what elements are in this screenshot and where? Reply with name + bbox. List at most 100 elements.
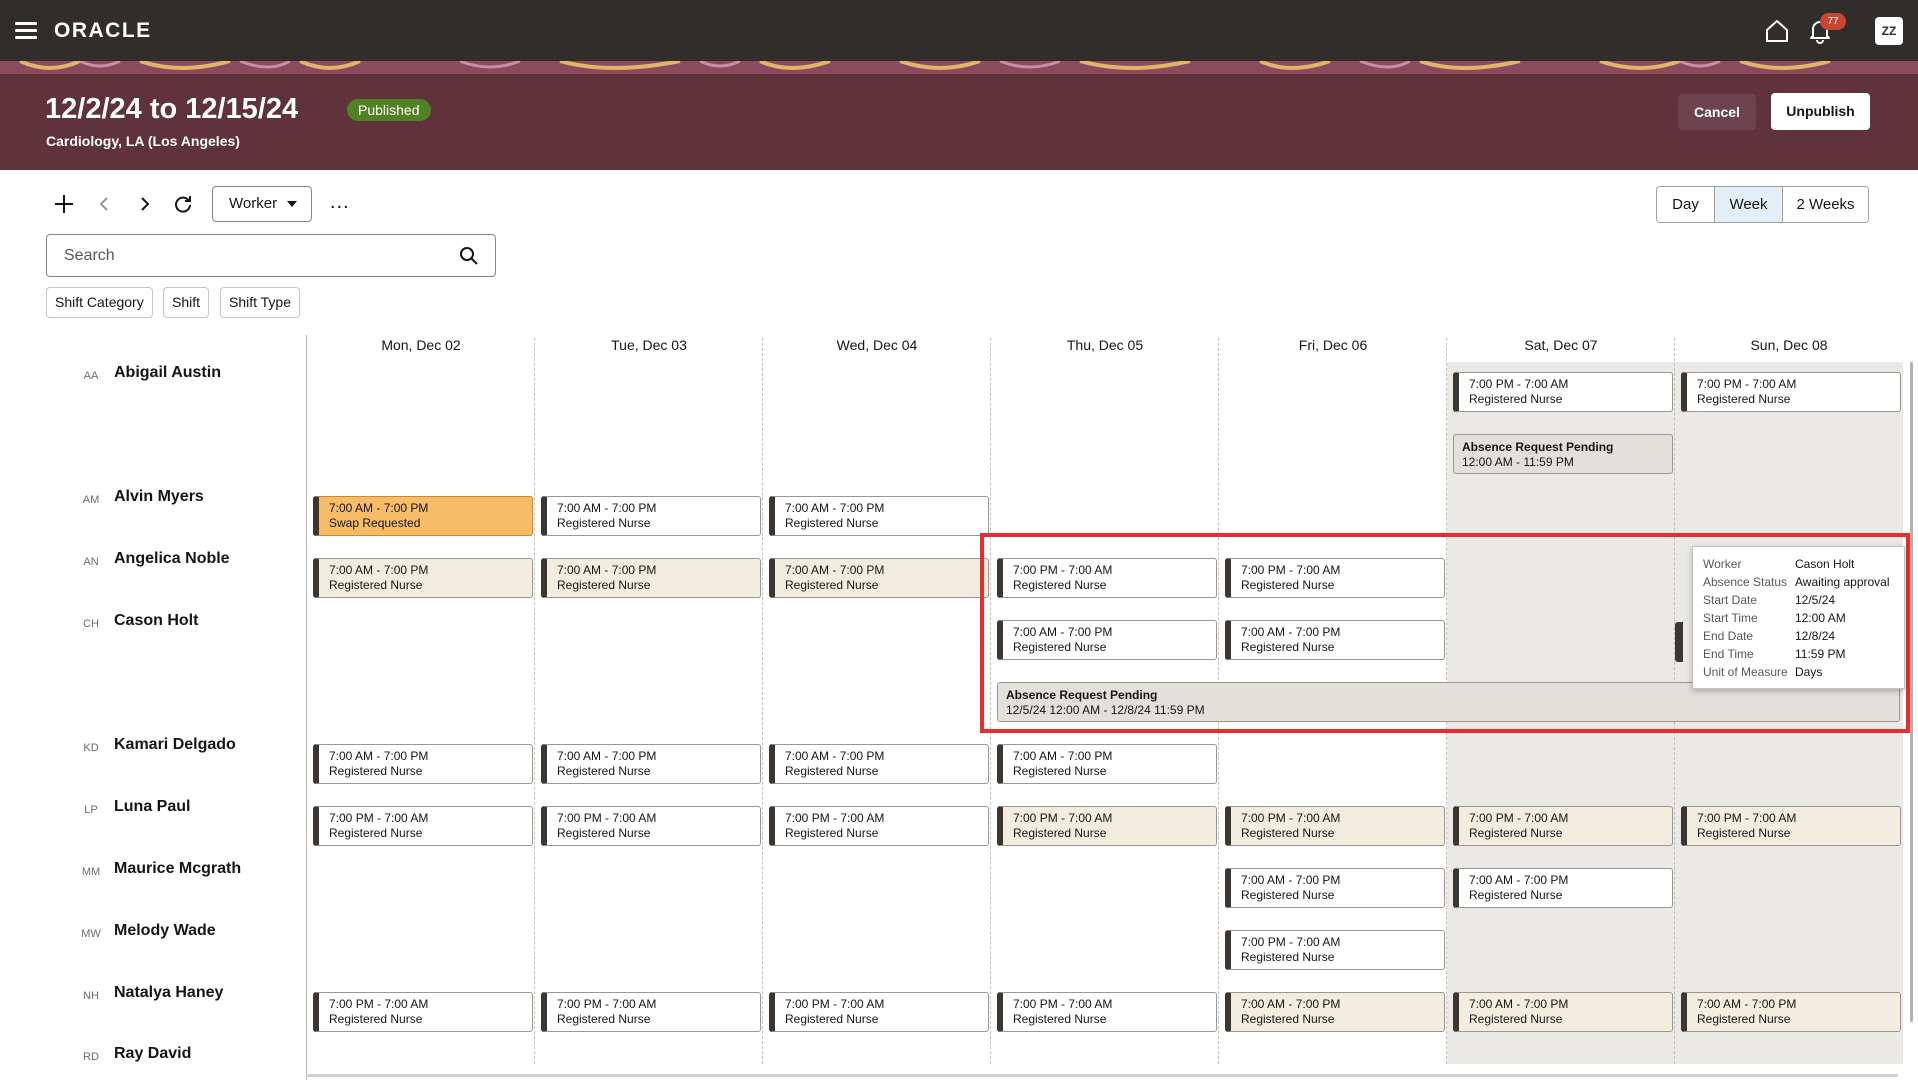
- shift-card[interactable]: 7:00 PM - 7:00 AM Registered Nurse: [313, 806, 533, 846]
- shift-card[interactable]: 7:00 PM - 7:00 AM Registered Nurse: [1453, 372, 1673, 412]
- shift-card[interactable]: 7:00 AM - 7:00 PM Registered Nurse: [1681, 992, 1901, 1032]
- range-week-button[interactable]: Week: [1715, 187, 1783, 222]
- worker-row[interactable]: AN Angelica Noble: [0, 548, 300, 572]
- tooltip-value: Cason Holt: [1795, 557, 1855, 571]
- cancel-button[interactable]: Cancel: [1678, 94, 1756, 130]
- shift-time: 7:00 PM - 7:00 AM: [785, 811, 885, 825]
- shift-role: Registered Nurse: [329, 578, 423, 592]
- shift-time: 7:00 AM - 7:00 PM: [1469, 873, 1569, 887]
- shift-card[interactable]: 7:00 AM - 7:00 PM Registered Nurse: [769, 558, 989, 598]
- shift-card[interactable]: 7:00 AM - 7:00 PM Registered Nurse: [769, 744, 989, 784]
- location-subtitle: Cardiology, LA (Los Angeles): [46, 133, 240, 149]
- worker-row[interactable]: AM Alvin Myers: [0, 486, 300, 510]
- worker-initials: CH: [83, 618, 99, 630]
- absence-time: 12:00 AM - 11:59 PM: [1462, 455, 1574, 469]
- decorative-pattern: [0, 61, 1918, 74]
- unpublish-button[interactable]: Unpublish: [1771, 93, 1870, 130]
- horizontal-scrollbar[interactable]: [306, 1074, 1898, 1077]
- menu-icon[interactable]: [15, 20, 37, 40]
- worker-row[interactable]: RD Ray David: [0, 1043, 300, 1067]
- shift-card[interactable]: 7:00 PM - 7:00 AM Registered Nurse: [1681, 806, 1901, 846]
- previous-icon[interactable]: [94, 193, 116, 215]
- worker-row[interactable]: KD Kamari Delgado: [0, 734, 300, 758]
- shift-card[interactable]: 7:00 PM - 7:00 AM Registered Nurse: [313, 992, 533, 1032]
- day-header: Mon, Dec 02: [381, 337, 461, 353]
- shift-card[interactable]: 7:00 AM - 7:00 PM Registered Nurse: [541, 496, 761, 536]
- shift-time: 7:00 PM - 7:00 AM: [329, 811, 429, 825]
- shift-role: Registered Nurse: [785, 764, 879, 778]
- worker-row[interactable]: LP Luna Paul: [0, 796, 300, 820]
- refresh-icon[interactable]: [172, 193, 194, 215]
- tooltip-value: 12/8/24: [1795, 629, 1836, 643]
- shift-card[interactable]: 7:00 PM - 7:00 AM Registered Nurse: [1225, 806, 1445, 846]
- shift-card[interactable]: 7:00 PM - 7:00 AM Registered Nurse: [769, 806, 989, 846]
- shift-card[interactable]: 7:00 AM - 7:00 PM Swap Requested: [313, 496, 533, 536]
- worker-row[interactable]: CH Cason Holt: [0, 610, 300, 634]
- oracle-logo: ORACLE: [54, 19, 152, 42]
- range-day-button[interactable]: Day: [1657, 187, 1715, 222]
- absence-title: Absence Request Pending: [1462, 440, 1614, 454]
- shift-card[interactable]: 7:00 AM - 7:00 PM Registered Nurse: [1225, 868, 1445, 908]
- filter-shift[interactable]: Shift: [163, 287, 210, 318]
- shift-card[interactable]: 7:00 AM - 7:00 PM Registered Nurse: [541, 744, 761, 784]
- shift-time: 7:00 PM - 7:00 AM: [785, 997, 885, 1011]
- next-icon[interactable]: [133, 193, 155, 215]
- shift-card[interactable]: 7:00 PM - 7:00 AM Registered Nurse: [1225, 930, 1445, 970]
- shift-card[interactable]: 7:00 PM - 7:00 AM Registered Nurse: [541, 992, 761, 1032]
- page-title: 12/2/24 to 12/15/24: [45, 93, 299, 125]
- shift-time: 7:00 AM - 7:00 PM: [1013, 749, 1113, 763]
- worker-row[interactable]: MW Melody Wade: [0, 920, 300, 944]
- shift-card[interactable]: 7:00 AM - 7:00 PM Registered Nurse: [1453, 992, 1673, 1032]
- shift-card[interactable]: 7:00 PM - 7:00 AM Registered Nurse: [997, 992, 1217, 1032]
- shift-card[interactable]: 7:00 AM - 7:00 PM Registered Nurse: [541, 558, 761, 598]
- shift-time: 7:00 PM - 7:00 AM: [1241, 935, 1341, 949]
- shift-time: 7:00 AM - 7:00 PM: [1241, 997, 1341, 1011]
- search-input[interactable]: [48, 236, 448, 275]
- shift-time: 7:00 AM - 7:00 PM: [329, 501, 429, 515]
- filter-shift-type[interactable]: Shift Type: [220, 287, 301, 318]
- worker-column-divider: [306, 335, 307, 1080]
- shift-card[interactable]: 7:00 PM - 7:00 AM Registered Nurse: [1453, 806, 1673, 846]
- home-icon[interactable]: [1764, 19, 1790, 43]
- shift-card[interactable]: 7:00 PM - 7:00 AM Registered Nurse: [997, 806, 1217, 846]
- shift-card[interactable]: 7:00 AM - 7:00 PM Registered Nurse: [313, 558, 533, 598]
- shift-card[interactable]: 7:00 PM - 7:00 AM Registered Nurse: [1681, 372, 1901, 412]
- worker-row[interactable]: AA Abigail Austin: [0, 362, 300, 386]
- worker-row[interactable]: NH Natalya Haney: [0, 982, 300, 1006]
- shift-role: Registered Nurse: [785, 826, 879, 840]
- date-range-switcher: Day Week 2 Weeks: [1656, 186, 1869, 223]
- worker-name: Angelica Noble: [114, 550, 230, 567]
- range-2-weeks-button[interactable]: 2 Weeks: [1783, 187, 1868, 222]
- worker-initials: RD: [83, 1051, 99, 1063]
- shift-card[interactable]: 7:00 AM - 7:00 PM Registered Nurse: [997, 744, 1217, 784]
- search-icon[interactable]: [459, 246, 479, 266]
- worker-name: Kamari Delgado: [114, 736, 236, 753]
- shift-role: Registered Nurse: [1697, 392, 1791, 406]
- shift-card[interactable]: 7:00 AM - 7:00 PM Registered Nurse: [769, 496, 989, 536]
- filter-shift-category[interactable]: Shift Category: [46, 287, 153, 318]
- shift-role: Registered Nurse: [1469, 888, 1563, 902]
- shift-role: Registered Nurse: [1241, 950, 1335, 964]
- tooltip-row: End Date 12/8/24: [1703, 627, 1904, 645]
- global-header: ORACLE 77 ZZ: [0, 0, 1918, 61]
- shift-card[interactable]: 7:00 PM - 7:00 AM Registered Nurse: [769, 992, 989, 1032]
- shift-role: Registered Nurse: [1013, 764, 1107, 778]
- shift-time: 7:00 AM - 7:00 PM: [557, 501, 657, 515]
- worker-name: Ray David: [114, 1045, 192, 1062]
- tooltip-label: Start Time: [1703, 611, 1758, 625]
- absence-details-tooltip: Worker Cason Holt Absence Status Awaiting a…: [1692, 546, 1905, 689]
- view-by-select[interactable]: Worker: [212, 186, 312, 222]
- vertical-scrollbar[interactable]: [1910, 362, 1913, 1022]
- shift-role: Registered Nurse: [1241, 826, 1335, 840]
- more-actions-icon[interactable]: ...: [330, 192, 350, 212]
- user-avatar[interactable]: ZZ: [1875, 17, 1903, 45]
- shift-card[interactable]: 7:00 PM - 7:00 AM Registered Nurse: [541, 806, 761, 846]
- worker-row[interactable]: MM Maurice Mcgrath: [0, 858, 300, 882]
- shift-card[interactable]: 7:00 AM - 7:00 PM Registered Nurse: [313, 744, 533, 784]
- tooltip-label: Absence Status: [1703, 575, 1788, 589]
- absence-request-card[interactable]: Absence Request Pending 12:00 AM - 11:59 …: [1453, 434, 1673, 474]
- shift-role: Registered Nurse: [1013, 1012, 1107, 1026]
- shift-card[interactable]: 7:00 AM - 7:00 PM Registered Nurse: [1453, 868, 1673, 908]
- shift-card[interactable]: 7:00 AM - 7:00 PM Registered Nurse: [1225, 992, 1445, 1032]
- add-icon[interactable]: [53, 193, 75, 215]
